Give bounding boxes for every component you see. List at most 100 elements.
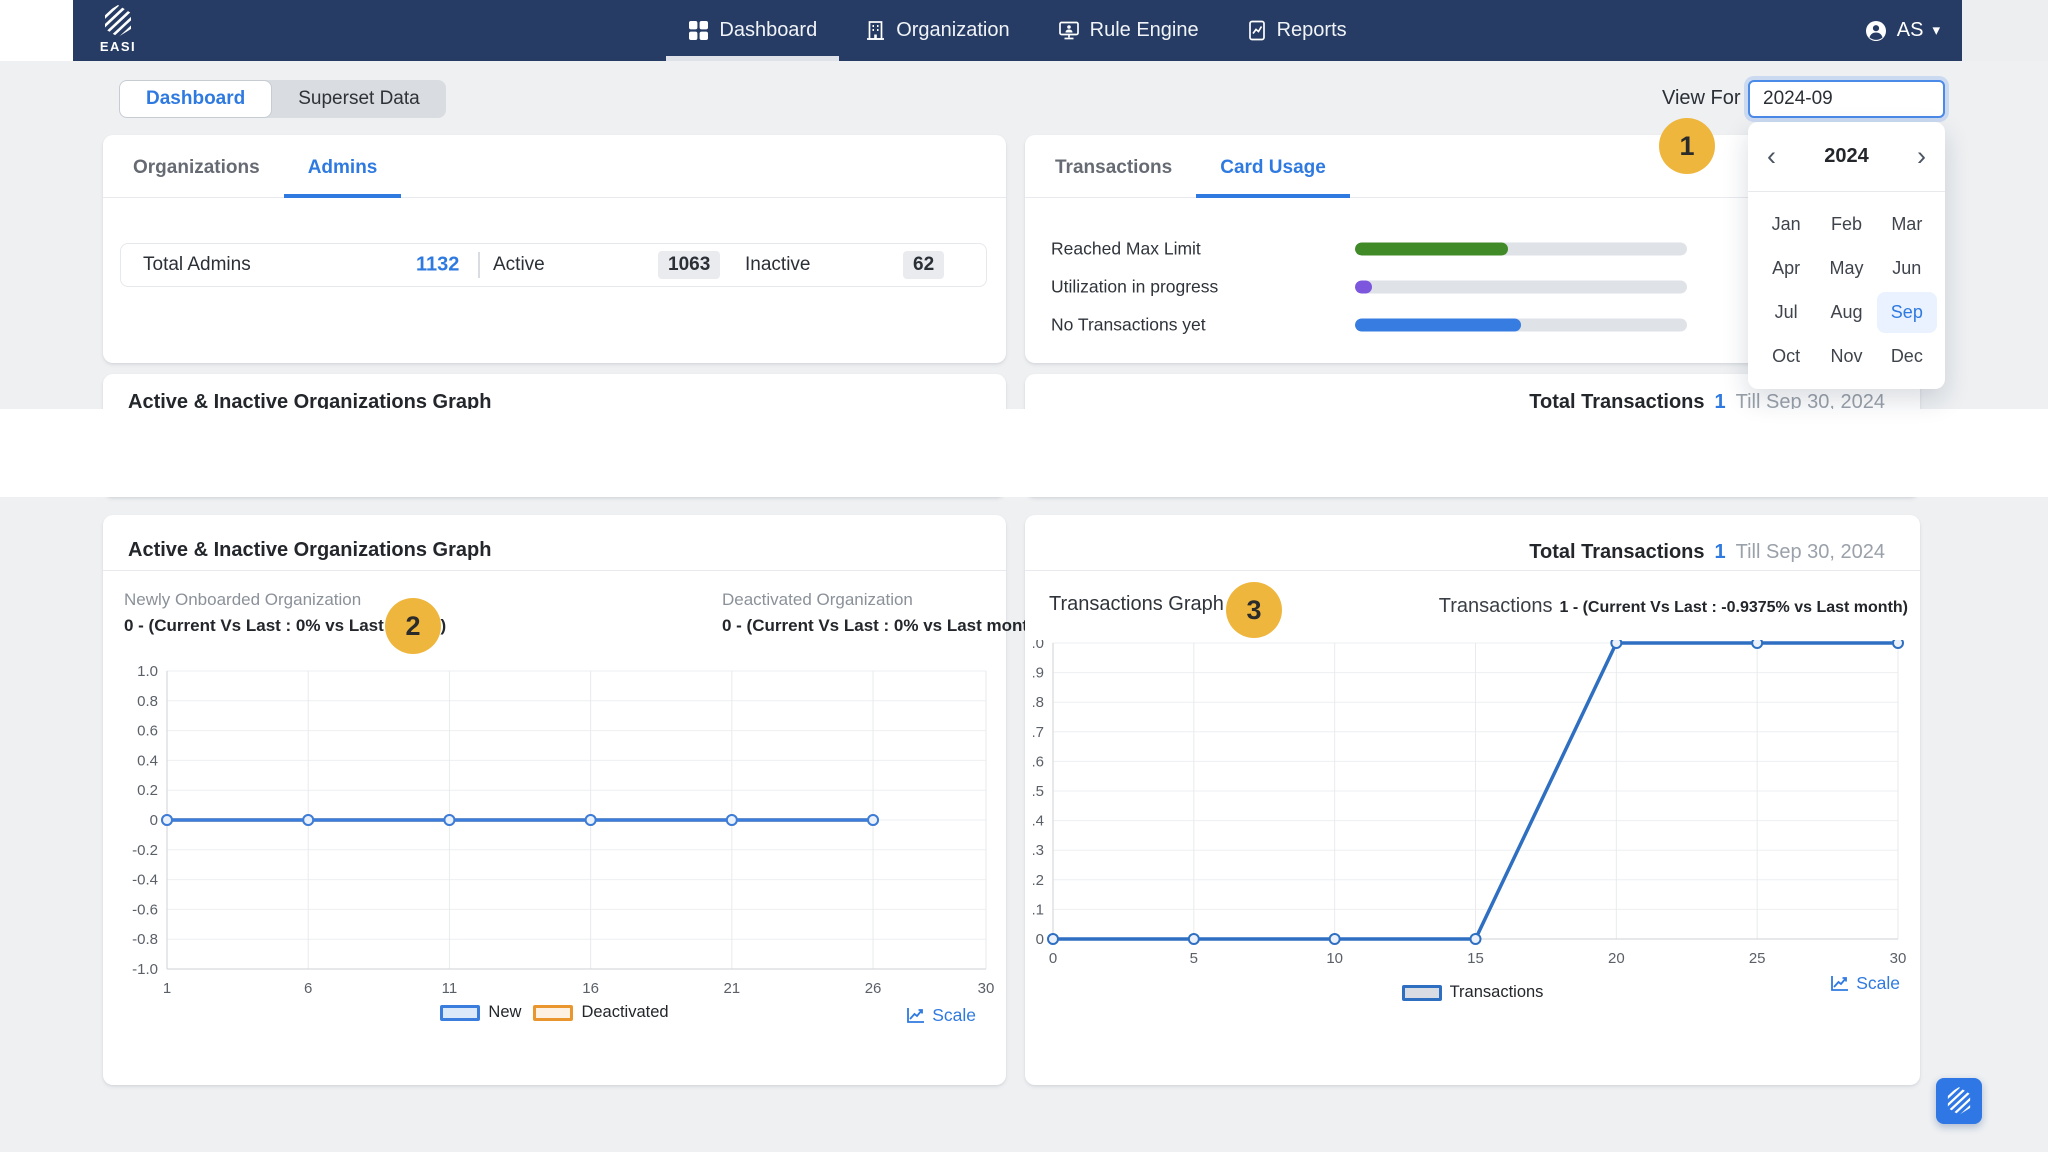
- month-cell-oct[interactable]: Oct: [1756, 336, 1816, 377]
- nav-item-dashboard[interactable]: Dashboard: [664, 0, 841, 61]
- tab-admins[interactable]: Admins: [283, 135, 402, 198]
- annotation-badge-2: 2: [385, 598, 441, 654]
- stat-divider: [478, 252, 480, 278]
- legend-label-deactivated: Deactivated: [581, 1003, 669, 1021]
- month-cell-mar[interactable]: Mar: [1877, 204, 1937, 245]
- svg-text:6: 6: [304, 980, 312, 997]
- usage-bar-fill: [1355, 318, 1521, 332]
- month-cell-apr[interactable]: Apr: [1756, 248, 1816, 289]
- chevron-right-icon[interactable]: ›: [1915, 143, 1928, 170]
- usage-bar-fill: [1355, 280, 1372, 294]
- chevron-left-icon[interactable]: ‹: [1765, 143, 1778, 170]
- rule-engine-icon: [1058, 21, 1079, 40]
- month-cell-aug[interactable]: Aug: [1816, 292, 1876, 333]
- month-cell-sep-selected[interactable]: Sep: [1876, 292, 1937, 333]
- org-graph-canvas: -1.0-0.8-0.6-0.4-0.200.20.40.60.81.01 6 11…: [132, 663, 994, 997]
- transactions-graph-title: Transactions Graph: [1049, 593, 1224, 615]
- total-transactions-label: Total Transactions: [1529, 541, 1705, 563]
- svg-text:0.8: 0.8: [1033, 694, 1044, 711]
- tab-organizations[interactable]: Organizations: [109, 135, 284, 198]
- svg-text:1: 1: [163, 980, 171, 997]
- svg-text:0.7: 0.7: [1033, 724, 1044, 741]
- month-cell-nov[interactable]: Nov: [1816, 336, 1876, 377]
- total-transactions-value: 1: [1714, 541, 1726, 563]
- svg-text:0.1: 0.1: [1033, 901, 1044, 918]
- total-admins-value[interactable]: 1132: [416, 254, 459, 277]
- page-top-left-gap: [0, 0, 73, 61]
- usage-bar-track: [1355, 318, 1687, 332]
- org-graph-legend: New Deactivated: [103, 1003, 1006, 1022]
- svg-text:0.3: 0.3: [1033, 842, 1044, 859]
- svg-text:0: 0: [1036, 931, 1044, 948]
- scale-chart-icon: [1831, 976, 1849, 991]
- user-menu[interactable]: AS ▾: [1864, 0, 1940, 61]
- tab-transactions[interactable]: Transactions: [1031, 135, 1196, 198]
- legend-item-new[interactable]: New: [440, 1003, 521, 1022]
- screenshot-seam: [0, 409, 2048, 497]
- transactions-scale-label: Scale: [1856, 973, 1900, 993]
- scrollbar-gutter: [1962, 0, 2048, 61]
- nav-menu: Dashboard Organization Rule Engine Repor…: [73, 0, 1962, 61]
- deactivated-value: 0 - (Current Vs Last : 0% vs Last month): [722, 616, 1045, 635]
- user-initials: AS: [1896, 19, 1924, 41]
- usage-bar-label: No Transactions yet: [1051, 314, 1206, 335]
- legend-swatch-deactivated: [533, 1004, 574, 1021]
- transactions-scale-button[interactable]: Scale: [1830, 973, 1900, 994]
- annotation-badge-1: 1: [1659, 118, 1715, 174]
- org-graph-card: Active & Inactive Organizations Graph Ne…: [103, 515, 1044, 1085]
- svg-text:0: 0: [150, 812, 158, 829]
- easi-floating-button[interactable]: [1936, 1078, 1982, 1124]
- header-divider: [103, 570, 1006, 571]
- legend-label-transactions: Transactions: [1449, 983, 1544, 1001]
- nav-label-dashboard: Dashboard: [719, 19, 818, 41]
- month-cell-feb[interactable]: Feb: [1816, 204, 1876, 245]
- admins-card-tabs: Organizations Admins: [103, 135, 1006, 198]
- legend-swatch-transactions: [1401, 984, 1442, 1001]
- month-cell-jan[interactable]: Jan: [1756, 204, 1816, 245]
- svg-text:0.4: 0.4: [137, 752, 158, 769]
- nav-item-rule-engine[interactable]: Rule Engine: [1034, 0, 1223, 61]
- usage-bar-track: [1355, 242, 1687, 256]
- legend-swatch-new: [440, 1004, 481, 1021]
- nav-item-organization[interactable]: Organization: [841, 0, 1033, 61]
- transactions-series-header: Transactions 1 - (Current Vs Last : -0.9…: [1439, 595, 1908, 618]
- svg-text:0: 0: [1049, 950, 1057, 967]
- month-cell-jul[interactable]: Jul: [1756, 292, 1816, 333]
- svg-text:0.8: 0.8: [137, 693, 158, 710]
- tab-card-usage[interactable]: Card Usage: [1196, 135, 1350, 198]
- toggle-dashboard[interactable]: Dashboard: [119, 80, 273, 118]
- legend-item-transactions[interactable]: Transactions: [1401, 983, 1544, 1002]
- nav-label-organization: Organization: [896, 19, 1010, 41]
- view-toggle: Dashboard Superset Data: [119, 80, 446, 118]
- svg-text:26: 26: [865, 980, 882, 997]
- usage-bar-track: [1355, 280, 1687, 294]
- month-picker-dropdown: ‹ 2024 › Jan Feb Mar Apr May Jun Jul Aug…: [1748, 122, 1945, 389]
- chevron-down-icon: ▾: [1932, 22, 1940, 39]
- org-scale-button[interactable]: Scale: [906, 1005, 976, 1026]
- month-picker-input[interactable]: 2024-09: [1748, 80, 1945, 118]
- svg-text:-0.8: -0.8: [132, 931, 158, 948]
- month-cell-may[interactable]: May: [1816, 248, 1876, 289]
- easi-hexagon-icon: [1947, 1087, 1971, 1115]
- usage-bar-label: Utilization in progress: [1051, 276, 1219, 297]
- admins-stat-row: Total Admins 1132 Active 1063 Inactive 6…: [120, 243, 987, 287]
- annotation-badge-3: 3: [1226, 582, 1282, 638]
- org-scale-label: Scale: [932, 1005, 976, 1025]
- svg-text:-0.2: -0.2: [132, 842, 158, 859]
- svg-text:-0.6: -0.6: [132, 901, 158, 918]
- legend-item-deactivated[interactable]: Deactivated: [533, 1003, 669, 1022]
- toggle-superset-data[interactable]: Superset Data: [272, 80, 445, 118]
- month-cell-dec[interactable]: Dec: [1877, 336, 1937, 377]
- month-cell-jun[interactable]: Jun: [1877, 248, 1937, 289]
- datepicker-year[interactable]: 2024: [1824, 145, 1869, 168]
- svg-text:-0.4: -0.4: [132, 872, 158, 889]
- nav-item-reports[interactable]: Reports: [1223, 0, 1371, 61]
- inactive-label: Inactive: [745, 254, 811, 275]
- usage-bar-fill: [1355, 242, 1508, 256]
- svg-text:5: 5: [1190, 950, 1198, 967]
- view-for-label: View For: [1662, 87, 1741, 109]
- legend-label-new: New: [488, 1003, 522, 1021]
- nav-label-rule-engine: Rule Engine: [1089, 19, 1199, 41]
- organization-icon: [867, 21, 885, 40]
- dashboard-icon: [689, 21, 709, 40]
